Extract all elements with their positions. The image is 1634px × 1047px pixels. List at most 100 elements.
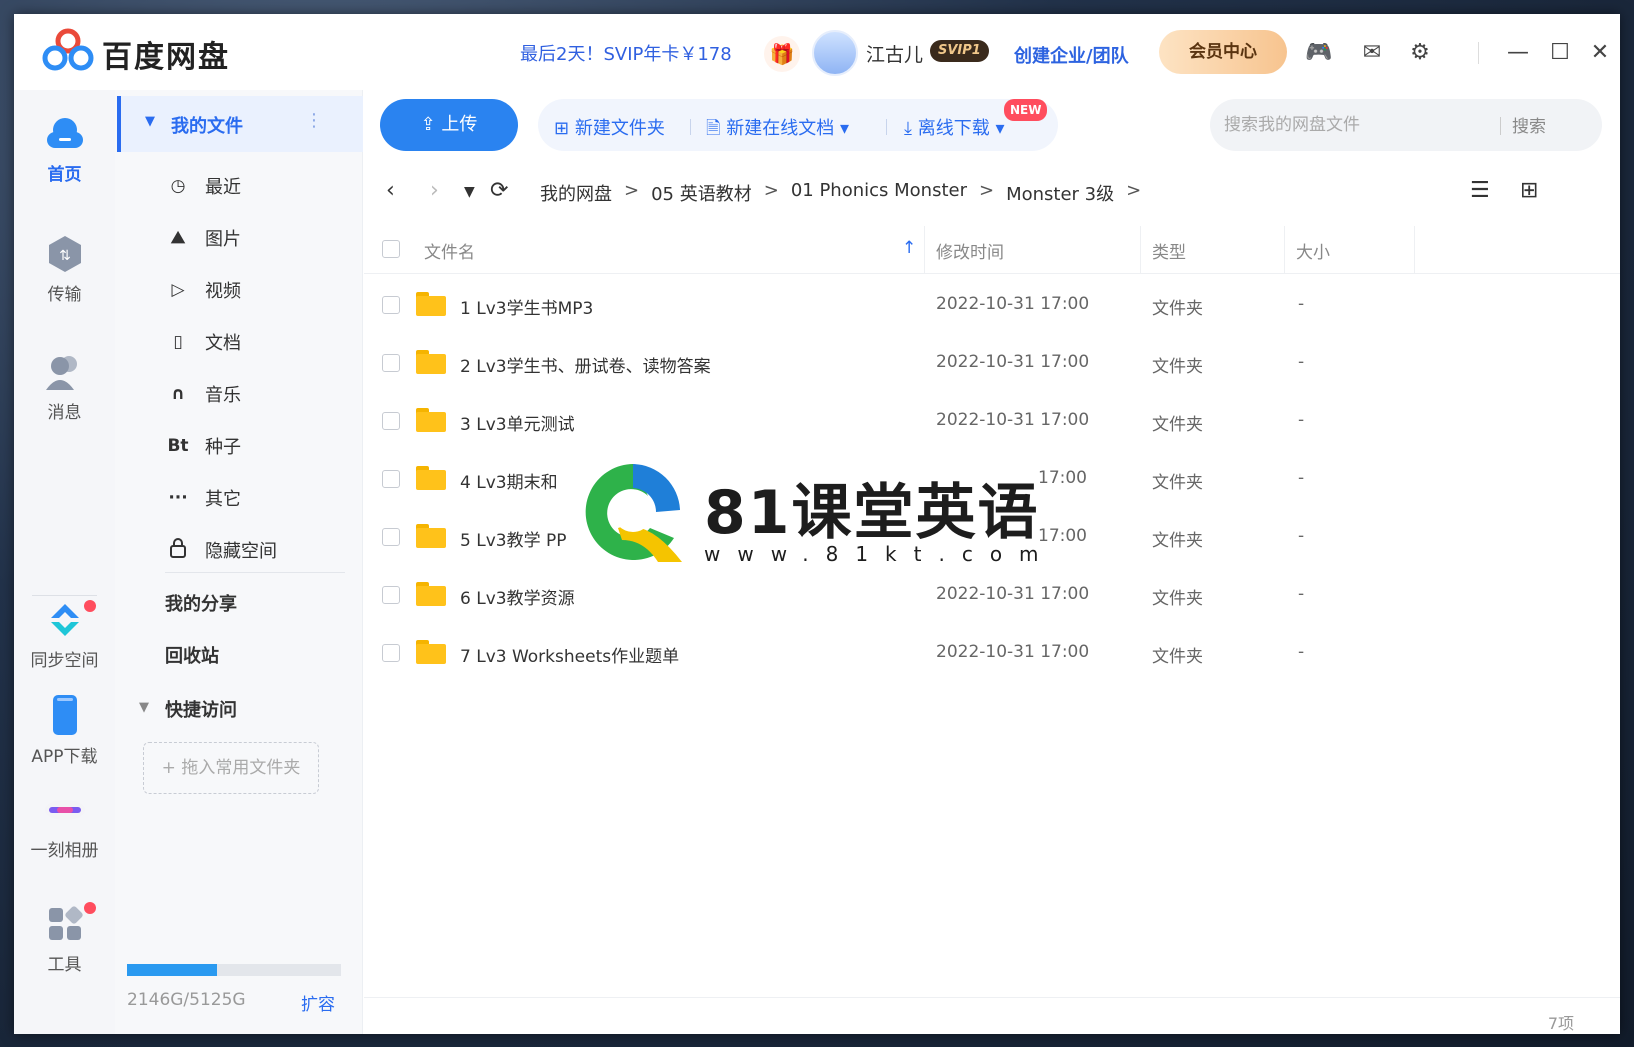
username[interactable]: 江古儿 <box>866 40 923 67</box>
table-row[interactable]: 7 Lv3 Worksheets作业题单 2022-10-31 17:00 文件… <box>364 624 1620 682</box>
file-name[interactable]: 7 Lv3 Worksheets作业题单 <box>460 642 679 667</box>
collapse-triangle-icon[interactable]: ▼ <box>145 114 155 129</box>
mail-icon[interactable]: ✉ <box>1358 40 1386 65</box>
file-name[interactable]: 1 Lv3学生书MP3 <box>460 294 593 319</box>
headphone-icon: ∩ <box>171 384 185 404</box>
svip-badge[interactable]: SVIP1 <box>930 40 989 62</box>
expand-storage-link[interactable]: 扩容 <box>301 990 335 1015</box>
sidebar-item-hidden-space[interactable]: 隐藏空间 <box>165 530 277 570</box>
folder-icon <box>416 524 446 548</box>
rail-item-tools[interactable]: 工具 <box>14 902 115 975</box>
sidebar-item-documents[interactable]: ▯ 文档 <box>165 322 241 362</box>
forward-icon[interactable]: › <box>430 178 439 203</box>
clock-icon: ◷ <box>170 176 186 196</box>
watermark-logo <box>585 464 682 562</box>
back-icon[interactable]: ‹ <box>386 178 395 203</box>
table-row[interactable]: 3 Lv3单元测试 2022-10-31 17:00 文件夹 - <box>364 392 1620 450</box>
breadcrumb: 我的网盘 > 05 英语教材 > 01 Phonics Monster > Monst… <box>540 180 1153 206</box>
rail-item-sync[interactable]: 同步空间 <box>14 600 115 671</box>
rail-label: 一刻相册 <box>30 841 99 861</box>
collapse-triangle-icon[interactable]: ▼ <box>139 700 149 715</box>
file-name[interactable]: 6 Lv3教学资源 <box>460 584 575 609</box>
rail-item-transfer[interactable]: ⇅ 传输 <box>14 234 115 305</box>
message-icon <box>45 356 77 390</box>
row-checkbox[interactable] <box>382 528 400 546</box>
offline-download-button[interactable]: ⤓ 离线下载 ▾ <box>904 114 1004 140</box>
file-name[interactable]: 4 Lv3期末和 <box>460 468 558 493</box>
select-all-checkbox[interactable] <box>382 240 400 258</box>
column-header-modified[interactable]: 修改时间 <box>936 238 1004 263</box>
new-online-doc-button[interactable]: 🗎 新建在线文档 ▾ <box>706 114 849 146</box>
more-icon: ··· <box>168 488 188 508</box>
rail-item-home[interactable]: 首页 <box>14 114 115 185</box>
file-size: - <box>1298 468 1305 488</box>
row-checkbox[interactable] <box>382 470 400 488</box>
search-button[interactable]: 搜索 <box>1512 112 1546 137</box>
row-checkbox[interactable] <box>382 586 400 604</box>
grid-view-icon[interactable]: ⊞ <box>1520 178 1538 203</box>
row-checkbox[interactable] <box>382 354 400 372</box>
breadcrumb-item[interactable]: 我的网盘 <box>540 180 612 206</box>
breadcrumb-item[interactable]: Monster 3级 <box>1006 180 1114 206</box>
file-name[interactable]: 5 Lv3教学 PP <box>460 526 566 551</box>
baidu-netdisk-logo <box>42 28 94 71</box>
close-icon[interactable]: ✕ <box>1586 40 1614 65</box>
rail-item-app-download[interactable]: APP下载 <box>14 694 115 767</box>
upload-button[interactable]: ⇪ 上传 <box>380 99 518 151</box>
rail-label: APP下载 <box>31 747 98 767</box>
sidebar-item-quick-access[interactable]: 快捷访问 <box>165 696 237 722</box>
user-avatar[interactable] <box>812 30 858 76</box>
sidebar-item-videos[interactable]: ▷ 视频 <box>165 270 241 310</box>
search-input[interactable] <box>1224 111 1494 139</box>
phone-icon <box>52 695 77 735</box>
titlebar-divider <box>1478 42 1479 64</box>
breadcrumb-item[interactable]: 01 Phonics Monster <box>791 180 967 206</box>
more-vertical-icon[interactable]: ⋮ <box>305 110 323 131</box>
new-folder-button[interactable]: ⊞ 新建文件夹 <box>554 114 665 140</box>
new-doc-label: 新建在线文档 <box>726 118 835 139</box>
column-header-name[interactable]: 文件名 <box>424 238 475 263</box>
folder-icon <box>416 640 446 664</box>
sidebar-item-others[interactable]: ··· 其它 <box>165 478 241 518</box>
sidebar-item-recent[interactable]: ◷ 最近 <box>165 166 241 206</box>
sort-arrow-up-icon[interactable]: ↑ <box>902 238 916 258</box>
gift-icon[interactable]: 🎁 <box>764 36 800 72</box>
table-row[interactable]: 1 Lv3学生书MP3 2022-10-31 17:00 文件夹 - <box>364 276 1620 334</box>
rail-item-album[interactable]: 一刻相册 <box>14 790 115 861</box>
sidebar-item-torrents[interactable]: Bt 种子 <box>165 426 241 466</box>
sidebar-item-label: 图片 <box>205 229 241 250</box>
row-checkbox[interactable] <box>382 412 400 430</box>
column-header-size[interactable]: 大小 <box>1296 238 1330 263</box>
row-checkbox[interactable] <box>382 644 400 662</box>
sidebar-item-music[interactable]: ∩ 音乐 <box>165 374 241 414</box>
maximize-icon[interactable]: ☐ <box>1546 40 1574 65</box>
rail-item-message[interactable]: 消息 <box>14 352 115 423</box>
upload-label: 上传 <box>441 114 478 135</box>
vip-center-button[interactable]: 会员中心 <box>1159 30 1287 74</box>
sidebar-item-label: 最近 <box>205 177 241 198</box>
column-header-type[interactable]: 类型 <box>1152 238 1186 263</box>
create-team-link[interactable]: 创建企业/团队 <box>1014 42 1129 68</box>
table-header: 文件名 ↑ 修改时间 类型 大小 <box>364 226 1620 274</box>
file-size: - <box>1298 526 1305 546</box>
rail-label: 工具 <box>47 955 82 975</box>
breadcrumb-item[interactable]: 05 英语教材 <box>651 180 752 206</box>
new-folder-icon: ⊞ <box>554 118 570 139</box>
history-dropdown-icon[interactable]: ▼ <box>464 184 475 200</box>
settings-icon[interactable]: ⚙ <box>1406 40 1434 65</box>
minimize-icon[interactable]: — <box>1504 40 1532 65</box>
sidebar-item-images[interactable]: ⛰ 图片 <box>165 218 241 258</box>
file-name[interactable]: 3 Lv3单元测试 <box>460 410 575 435</box>
game-icon[interactable]: 🎮 <box>1305 40 1333 65</box>
row-checkbox[interactable] <box>382 296 400 314</box>
sidebar-item-my-files[interactable]: ▼ 我的文件 ⋮ <box>117 96 363 152</box>
table-row[interactable]: 2 Lv3学生书、册试卷、读物答案 2022-10-31 17:00 文件夹 - <box>364 334 1620 392</box>
file-name[interactable]: 2 Lv3学生书、册试卷、读物答案 <box>460 352 711 377</box>
svip-promo-link[interactable]: 最后2天！SVIP年卡￥178 <box>520 40 732 66</box>
sidebar-item-my-share[interactable]: 我的分享 <box>165 590 237 616</box>
refresh-icon[interactable]: ⟳ <box>490 178 508 203</box>
sort-icon[interactable]: ☰ <box>1470 178 1490 203</box>
quick-access-dropzone[interactable]: + 拖入常用文件夹 <box>143 742 319 794</box>
sidebar-item-recycle-bin[interactable]: 回收站 <box>165 642 219 668</box>
storage-quota-fill <box>127 964 217 976</box>
